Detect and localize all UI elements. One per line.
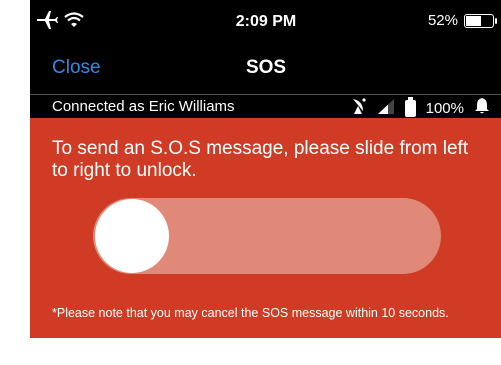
connection-icons: 100% <box>351 96 490 119</box>
unlock-slider-knob[interactable] <box>95 199 169 273</box>
signal-icon <box>377 98 395 118</box>
sos-screen: 2:09 PM 52% Close SOS Connected as Eric … <box>30 0 501 338</box>
sos-panel: To send an S.O.S message, please slide f… <box>30 118 501 338</box>
bell-icon <box>474 97 490 119</box>
nav-bar: Close SOS <box>30 44 501 94</box>
connection-battery-percent: 100% <box>425 99 464 117</box>
battery-icon <box>464 13 497 28</box>
cancel-note: *Please note that you may cancel the SOS… <box>52 306 449 320</box>
battery-fill <box>466 15 481 26</box>
connection-bar: Connected as Eric Williams 100% <box>30 94 501 118</box>
battery-percent: 52% <box>427 12 458 29</box>
status-right: 52% <box>427 12 497 29</box>
page-title: SOS <box>245 57 287 78</box>
satellite-dish-icon <box>351 97 367 119</box>
status-bar: 2:09 PM 52% <box>30 0 501 44</box>
battery-icon <box>404 96 416 117</box>
connection-status-text: Connected as Eric Williams <box>52 98 235 115</box>
sos-instruction: To send an S.O.S message, please slide f… <box>52 138 469 181</box>
